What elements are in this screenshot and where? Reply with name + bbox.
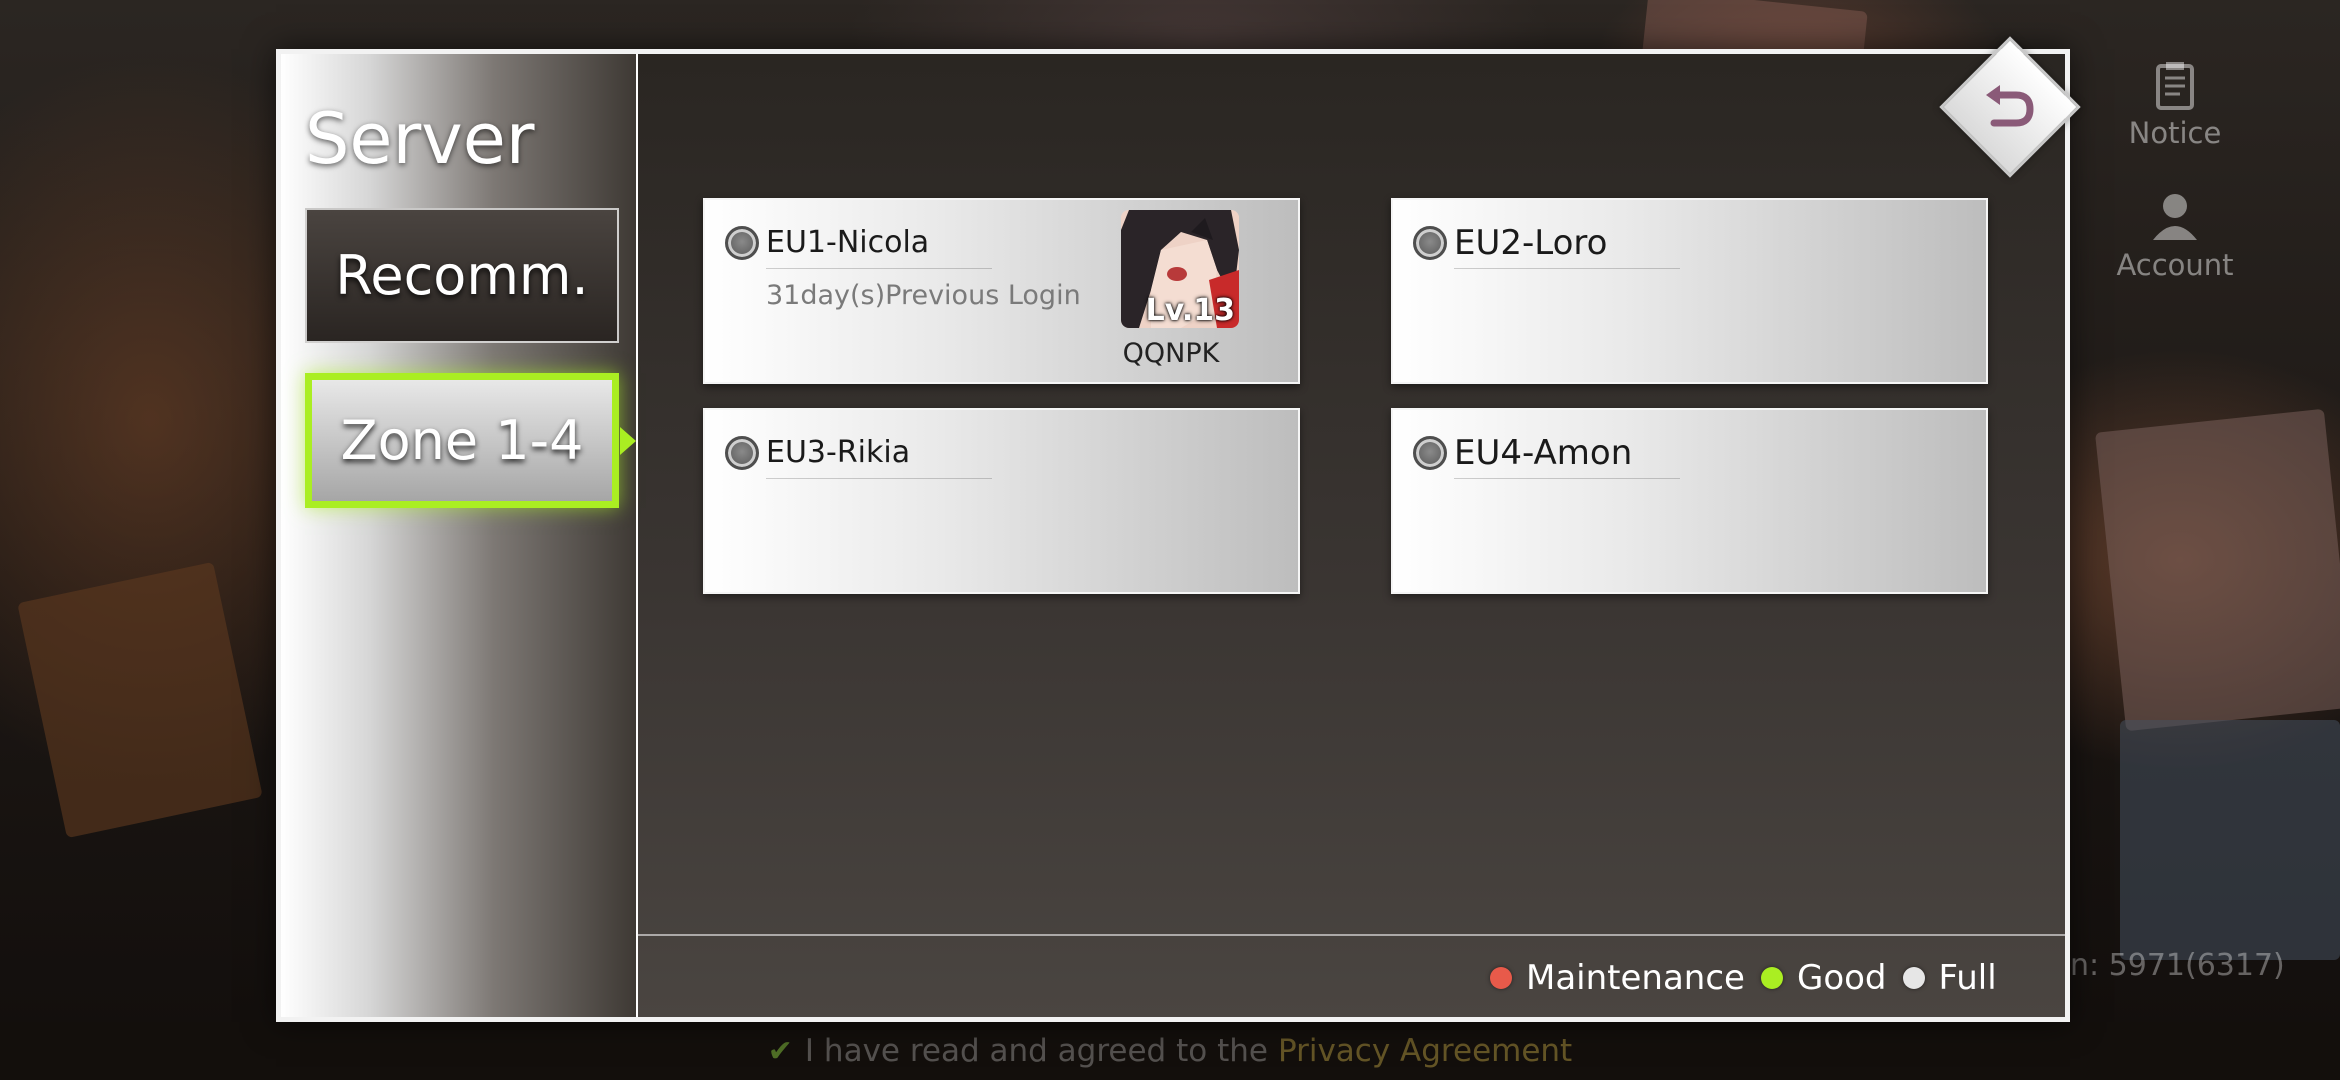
server-status-dot [725,226,759,260]
full-dot-icon [1902,967,1925,989]
good-dot-icon [1760,967,1783,989]
server-name: EU3-Rikia [766,434,992,479]
server-name: EU1-Nicola [766,224,992,269]
notice-label: Notice [2128,116,2222,150]
legend-good: Good [1760,958,1887,998]
legend-label: Maintenance [1526,958,1745,998]
account-icon [2153,194,2197,240]
tab-recommended[interactable]: Recomm. [305,208,619,343]
account-button[interactable]: Account [2110,188,2240,282]
server-card-eu3[interactable]: EU3-Rikia [703,408,1300,594]
legend-maintenance: Maintenance [1490,958,1745,998]
background-shape [17,561,263,839]
character-name: QQNPK [1122,338,1220,369]
server-name: EU2-Loro [1454,224,1680,269]
legend-label: Good [1796,958,1887,998]
server-status-legend: Maintenance Good Full [1490,955,2013,1001]
server-tab-sidebar: Server Recomm. Zone 1-4 [281,54,638,1017]
character-avatar: Lv.13 [1121,210,1239,328]
back-arrow-icon [1986,85,2034,127]
checkmark-icon[interactable]: ✔ [768,1034,793,1069]
background-shape [2094,408,2340,732]
panel-title: Server [305,98,535,180]
maintenance-dot-icon [1490,967,1512,989]
tab-label: Recomm. [335,244,589,307]
server-status-dot [1413,436,1447,470]
privacy-agreement-link[interactable]: Privacy Agreement [1278,1033,1572,1069]
server-status-dot [1413,226,1447,260]
server-card-eu1[interactable]: EU1-Nicola 31day(s)Previous Login Lv.13 … [703,198,1300,384]
legend-divider [638,934,2065,936]
privacy-agreement-bar: ✔ I have read and agreed to the Privacy … [0,1022,2340,1080]
tab-zone-1-4[interactable]: Zone 1-4 [305,373,619,508]
server-name: EU4-Amon [1454,434,1680,479]
notice-icon [2156,62,2194,110]
server-card-eu2[interactable]: EU2-Loro [1391,198,1988,384]
account-label: Account [2116,248,2234,282]
background-shape [2120,720,2340,960]
server-card-eu4[interactable]: EU4-Amon [1391,408,1988,594]
notice-button[interactable]: Notice [2110,60,2240,150]
online-count: n: 5971(6317) [2070,948,2285,983]
last-login-text: 31day(s)Previous Login [766,280,1081,311]
back-button[interactable] [1939,36,2081,178]
legend-full: Full [1902,958,1997,998]
privacy-text: I have read and agreed to the [804,1033,1268,1069]
tab-label: Zone 1-4 [340,409,584,472]
server-status-dot [725,436,759,470]
legend-label: Full [1938,958,1997,998]
character-level: Lv.13 [1145,293,1235,328]
